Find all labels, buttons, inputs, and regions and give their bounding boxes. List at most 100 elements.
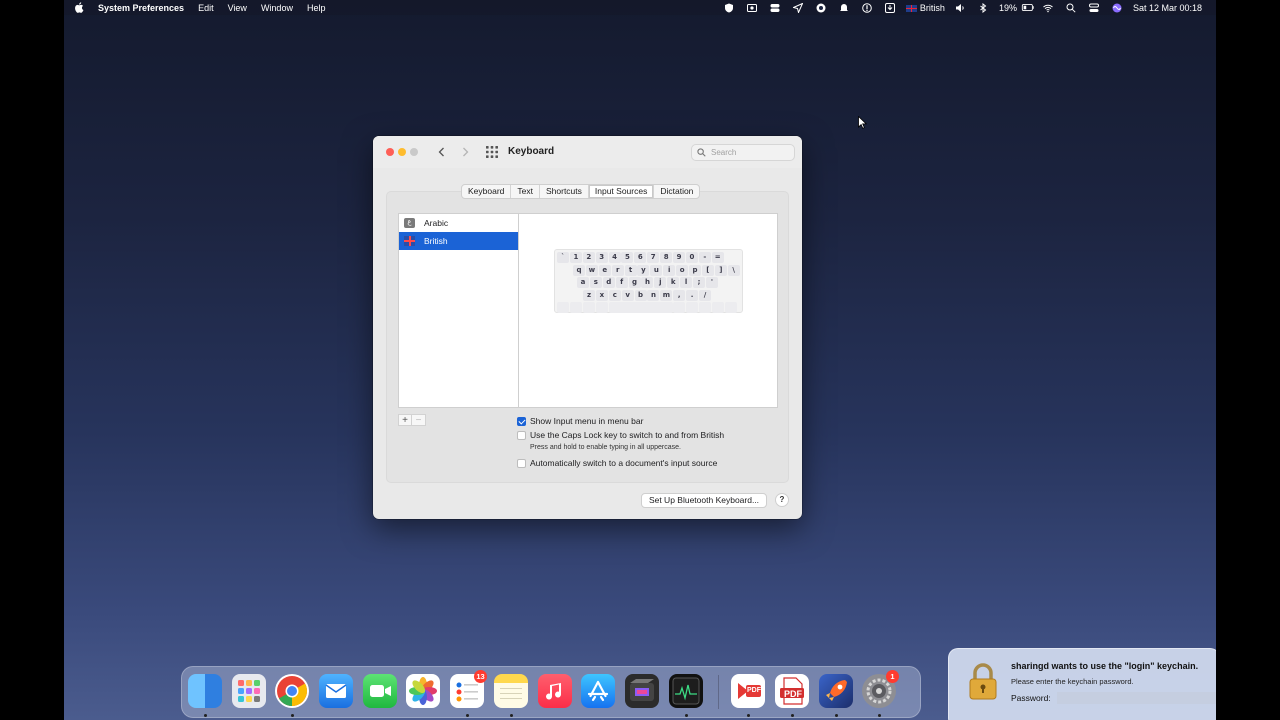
keyboard-key: l: [680, 277, 693, 288]
menu-view[interactable]: View: [228, 3, 247, 13]
caps-lock-checkbox[interactable]: [517, 430, 526, 440]
keyboard-key: b: [634, 289, 647, 301]
window-titlebar[interactable]: Keyboard: [373, 136, 802, 168]
menu-help[interactable]: Help: [307, 3, 326, 13]
bluetooth-icon[interactable]: [972, 0, 995, 15]
notification-icon[interactable]: [833, 0, 856, 15]
wifi-icon[interactable]: [1037, 0, 1060, 15]
rocket-typist-icon[interactable]: [819, 674, 853, 708]
running-indicator: [291, 714, 294, 717]
grammarly-icon[interactable]: [810, 0, 833, 15]
pdf-app-icon[interactable]: PDF: [775, 674, 809, 708]
pdf-app-label: PDF: [784, 689, 802, 699]
keyboard-key: 9: [673, 252, 686, 263]
keyboard-key-blank: [595, 302, 608, 313]
close-button[interactable]: [386, 148, 394, 156]
tab-dictation[interactable]: Dictation: [653, 185, 699, 198]
music-icon[interactable]: [538, 674, 572, 708]
option-caps-lock[interactable]: Use the Caps Lock key to switch to and f…: [517, 430, 724, 440]
keyboard-key-blank: [557, 302, 569, 313]
facetime-icon[interactable]: [363, 674, 397, 708]
add-remove-controls: + −: [398, 414, 426, 426]
running-indicator: [878, 714, 881, 717]
keyboard-key: v: [621, 289, 634, 301]
forward-chevron-icon[interactable]: [458, 145, 472, 159]
help-button[interactable]: ?: [775, 493, 789, 507]
menu-edit[interactable]: Edit: [198, 3, 214, 13]
search-field[interactable]: [691, 144, 795, 161]
tab-bar: Keyboard Text Shortcuts Input Sources Di…: [461, 184, 701, 199]
keyboard-key: r: [611, 264, 624, 276]
final-cut-icon[interactable]: [625, 674, 659, 708]
siri-icon[interactable]: [1106, 0, 1129, 15]
input-source-menu[interactable]: British: [905, 3, 945, 13]
spotlight-search-icon[interactable]: [1060, 0, 1083, 15]
keyboard-key: q: [573, 264, 585, 276]
keyboard-key: 4: [608, 252, 621, 263]
arabic-script-icon: ع: [404, 218, 415, 228]
keyboard-key: m: [660, 289, 673, 301]
zoom-button[interactable]: [410, 148, 418, 156]
location-icon[interactable]: [787, 0, 810, 15]
keyboard-key: \: [727, 264, 740, 276]
show-input-menu-checkbox[interactable]: [517, 416, 526, 426]
notes-icon[interactable]: [494, 674, 528, 708]
mail-icon[interactable]: [319, 674, 353, 708]
tab-text[interactable]: Text: [510, 185, 539, 198]
menu-app-name[interactable]: System Preferences: [98, 3, 184, 13]
volume-icon[interactable]: [949, 0, 972, 15]
app-store-icon[interactable]: [581, 674, 615, 708]
desktop: System Preferences Edit View Window Help…: [64, 0, 1216, 720]
download-icon[interactable]: [879, 0, 902, 15]
control-center-icon[interactable]: [1083, 0, 1106, 15]
keyboard-key: j: [654, 277, 667, 288]
option-auto-switch[interactable]: Automatically switch to a document's inp…: [517, 458, 717, 468]
keychain-password-prompt: sharingd wants to use the "login" keycha…: [948, 648, 1216, 720]
back-chevron-icon[interactable]: [435, 145, 449, 159]
add-source-button[interactable]: +: [398, 414, 412, 426]
source-item-british[interactable]: British: [399, 232, 518, 250]
keyboard-key: u: [650, 264, 663, 276]
pdf-expert-icon[interactable]: PDF: [731, 674, 765, 708]
tab-shortcuts[interactable]: Shortcuts: [538, 185, 588, 198]
menu-window[interactable]: Window: [261, 3, 293, 13]
setup-bluetooth-keyboard-button[interactable]: Set Up Bluetooth Keyboard...: [641, 493, 767, 508]
keyboard-key: 2: [582, 252, 595, 263]
running-indicator: [747, 714, 750, 717]
reminders-icon[interactable]: 13: [450, 670, 487, 708]
auto-switch-checkbox[interactable]: [517, 458, 526, 468]
key-row: q w e r t y u i o p[] \: [573, 264, 741, 277]
search-input[interactable]: [711, 148, 791, 157]
keyboard-key: .: [686, 289, 699, 301]
clock[interactable]: Sat 12 Mar 00:18: [1133, 3, 1202, 13]
activity-monitor-icon[interactable]: [669, 674, 703, 708]
system-preferences-icon[interactable]: 1: [862, 670, 899, 708]
system-preferences-badge: 1: [886, 670, 899, 683]
password-field[interactable]: [1057, 692, 1216, 704]
keyboard-key: 8: [660, 252, 673, 263]
battery-icon[interactable]: [1021, 0, 1037, 15]
launchpad-icon[interactable]: [232, 674, 266, 708]
dock: 13 PDF PDF 1: [181, 666, 921, 718]
tab-input-sources[interactable]: Input Sources: [587, 185, 654, 198]
apple-icon[interactable]: [74, 2, 84, 13]
screen-record-icon[interactable]: [741, 0, 764, 15]
option-show-input-menu[interactable]: Show Input menu in menu bar: [517, 416, 643, 426]
info-icon[interactable]: [856, 0, 879, 15]
remove-source-button[interactable]: −: [412, 414, 426, 426]
keyboard-key: c: [608, 289, 621, 301]
source-item-arabic[interactable]: ع Arabic: [399, 214, 518, 232]
show-all-grid-icon[interactable]: [486, 146, 498, 158]
finder-icon[interactable]: [188, 674, 222, 708]
minimize-button[interactable]: [398, 148, 406, 156]
reminders-badge: 13: [474, 670, 487, 683]
chrome-icon[interactable]: [275, 674, 309, 708]
keyboard-key-blank: [712, 302, 725, 313]
control-toggle-icon[interactable]: [764, 0, 787, 15]
tab-keyboard[interactable]: Keyboard: [462, 185, 510, 198]
lock-icon: [969, 663, 997, 700]
photos-icon[interactable]: [406, 674, 440, 708]
keyboard-key: w: [585, 264, 598, 276]
shield-icon[interactable]: [718, 0, 741, 15]
keyboard-key: 5: [621, 252, 634, 263]
